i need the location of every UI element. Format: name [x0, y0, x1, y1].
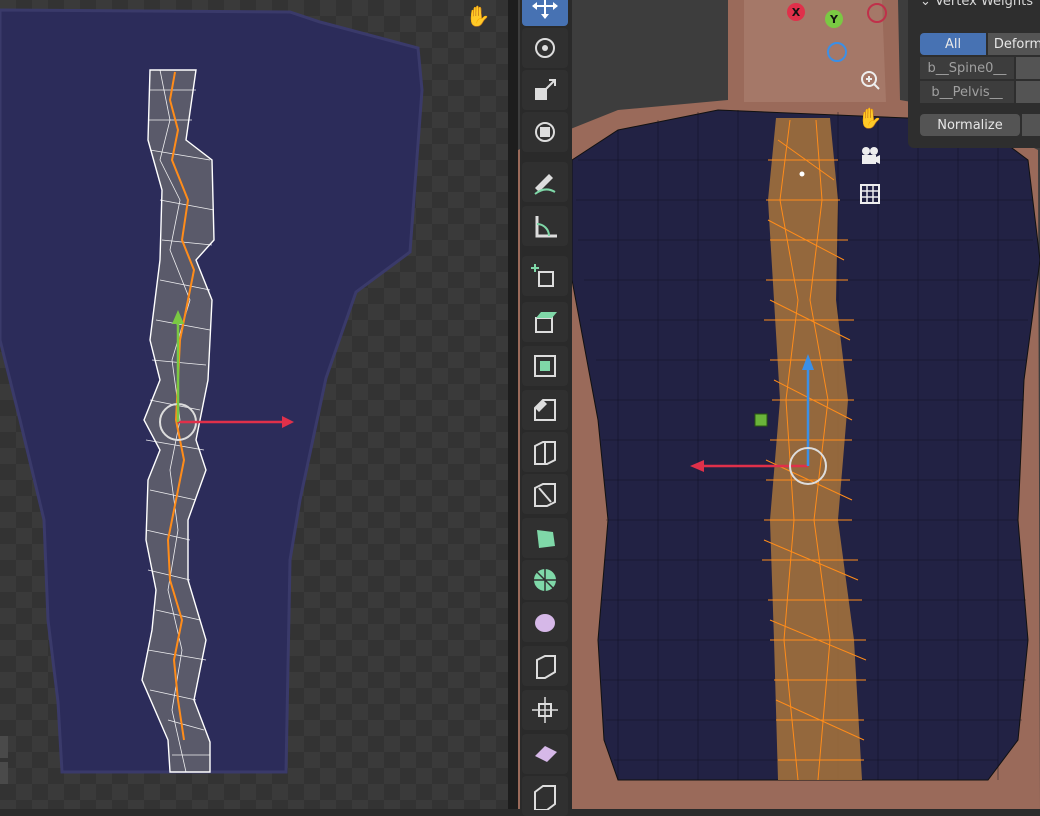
uv-edge-button[interactable] [0, 762, 8, 784]
rotate-icon [535, 38, 555, 58]
tool-annotate[interactable] [522, 162, 568, 202]
uv-canvas[interactable] [0, 0, 508, 809]
chevron-down-icon: ⌄ [920, 0, 936, 9]
tool-knife[interactable] [522, 474, 568, 514]
spin-icon [534, 569, 556, 591]
tool-loop-cut[interactable] [522, 432, 568, 472]
shrink-fatten-icon [532, 697, 558, 723]
tool-shear[interactable] [522, 734, 568, 774]
tool-smooth[interactable] [522, 602, 568, 642]
move-icon [532, 0, 558, 19]
annotate-icon [534, 174, 556, 195]
uv-island-garment [0, 8, 424, 774]
panel-title[interactable]: ⌄ Vertex Weights [920, 0, 1033, 9]
knife-icon [534, 483, 556, 507]
uv-editor[interactable]: ✋ [0, 0, 508, 809]
tool-inset[interactable] [522, 346, 568, 386]
tool-edge-slide[interactable] [522, 646, 568, 686]
extrude-icon [535, 312, 557, 333]
filter-deform-button[interactable]: Deform [988, 33, 1040, 55]
nav-axis-neg-z[interactable] [827, 42, 847, 62]
smooth-icon [535, 614, 555, 632]
tool-rotate[interactable] [522, 28, 568, 68]
nav-axis-y[interactable]: Y [825, 10, 843, 28]
vertex-group-row[interactable]: b__Spine0__ [920, 57, 1014, 79]
vertex-group-weight[interactable] [1016, 57, 1040, 79]
uv-edge-button[interactable] [0, 736, 8, 758]
tool-extrude[interactable] [522, 302, 568, 342]
vertex-group-row[interactable]: b__Pelvis__ [920, 81, 1014, 103]
hand-pan-icon[interactable]: ✋ [856, 104, 884, 132]
transform-icon [535, 122, 555, 142]
normalize-button[interactable]: Normalize [920, 114, 1020, 136]
rip-icon [534, 785, 556, 810]
camera-icon[interactable] [856, 142, 884, 170]
tool-bevel[interactable] [522, 390, 568, 430]
copy-weights-button[interactable] [1022, 114, 1040, 136]
nav-axis-x[interactable]: X [787, 3, 805, 21]
tool-shelf [520, 0, 572, 816]
tool-rip[interactable] [522, 776, 568, 816]
vertex-group-weight[interactable] [1016, 81, 1040, 103]
tool-transform[interactable] [522, 112, 568, 152]
tool-shrink-fatten[interactable] [522, 690, 568, 730]
vp-active-vertex [799, 171, 805, 177]
poly-build-icon [537, 530, 555, 548]
vertex-weights-panel: ⌄ Vertex Weights All Deform b__Spine0__ … [908, 0, 1040, 148]
grid-icon[interactable] [856, 180, 884, 208]
vp-gizmo-plane-handle[interactable] [754, 413, 768, 427]
panel-title-label: Vertex Weights [935, 0, 1034, 9]
shear-icon [535, 746, 557, 762]
tool-move[interactable] [522, 0, 568, 26]
tool-measure[interactable] [522, 206, 568, 246]
measure-icon [535, 216, 557, 238]
add-cube-icon [531, 264, 554, 287]
zoom-icon[interactable] [856, 66, 884, 94]
filter-all-button[interactable]: All [920, 33, 986, 55]
loop-cut-icon [534, 441, 556, 465]
tool-scale[interactable] [522, 70, 568, 110]
tool-spin[interactable] [522, 560, 568, 600]
bevel-icon [534, 399, 556, 421]
edge-slide-icon [536, 655, 556, 679]
tool-poly-build[interactable] [522, 518, 568, 558]
nav-axis-neg-x[interactable] [867, 3, 887, 23]
tool-add-cube[interactable] [522, 256, 568, 296]
area-divider[interactable] [508, 0, 518, 809]
scale-icon [535, 79, 556, 100]
inset-icon [534, 355, 556, 377]
hand-pan-icon[interactable]: ✋ [464, 2, 492, 30]
